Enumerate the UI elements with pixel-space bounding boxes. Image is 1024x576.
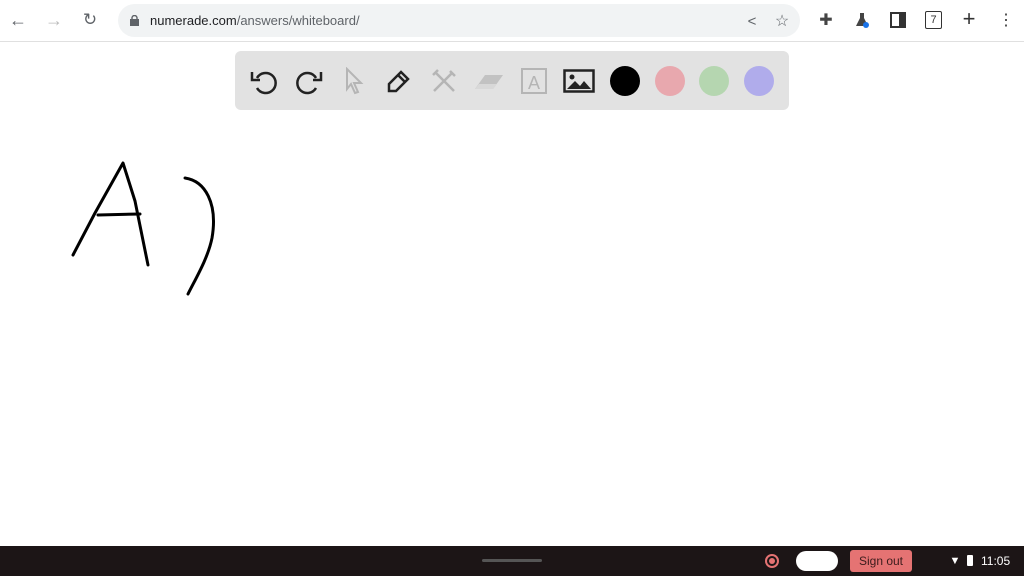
new-tab-icon[interactable]: + (959, 6, 979, 31)
side-panel-icon[interactable] (888, 10, 908, 30)
home-handle[interactable] (482, 559, 542, 562)
handwritten-drawing (71, 161, 215, 296)
stroke-a-crossbar (96, 212, 142, 217)
lock-icon (129, 14, 139, 26)
image-icon[interactable] (562, 64, 596, 98)
stroke-parenthesis (183, 176, 215, 296)
battery-icon[interactable] (967, 555, 973, 566)
eraser-icon[interactable] (472, 64, 506, 98)
system-shelf: Sign out ▼ 11:05 (0, 546, 1024, 576)
svg-text:A: A (528, 73, 540, 93)
whiteboard-canvas[interactable] (0, 43, 1024, 546)
menu-icon[interactable]: ⋮ (996, 10, 1016, 30)
color-green[interactable] (699, 66, 729, 96)
color-purple[interactable] (744, 66, 774, 96)
color-black[interactable] (610, 66, 640, 96)
user-avatars[interactable] (796, 551, 838, 571)
star-icon[interactable]: ☆ (772, 11, 792, 31)
select-icon[interactable] (337, 64, 371, 98)
reload-icon[interactable]: ↻ (80, 10, 100, 30)
forward-icon[interactable]: → (44, 10, 64, 30)
color-pink[interactable] (655, 66, 685, 96)
pen-icon[interactable] (382, 64, 416, 98)
url-host: numerade.com (150, 13, 237, 28)
tools-icon[interactable] (427, 64, 461, 98)
undo-icon[interactable] (247, 64, 281, 98)
text-icon[interactable]: A (517, 64, 551, 98)
clock[interactable]: 11:05 (981, 554, 1010, 568)
tab-count[interactable]: 7 (925, 11, 942, 29)
screen-record-icon[interactable] (765, 554, 779, 568)
lab-flask-icon[interactable] (852, 10, 872, 30)
share-icon[interactable]: < (742, 11, 762, 31)
browser-toolbar: ← → ↻ numerade.com/answers/whiteboard/ <… (0, 0, 1024, 42)
wifi-icon[interactable]: ▼ (948, 554, 962, 568)
address-bar[interactable]: numerade.com/answers/whiteboard/ < ☆ (118, 4, 800, 37)
sign-out-button[interactable]: Sign out (850, 550, 912, 572)
url-path: /answers/whiteboard/ (236, 13, 360, 28)
redo-icon[interactable] (292, 64, 326, 98)
whiteboard-toolbar: A (235, 51, 789, 110)
extensions-icon[interactable]: ✚ (816, 10, 836, 30)
back-icon[interactable]: ← (8, 10, 28, 30)
url-text: numerade.com/answers/whiteboard/ (150, 13, 360, 28)
